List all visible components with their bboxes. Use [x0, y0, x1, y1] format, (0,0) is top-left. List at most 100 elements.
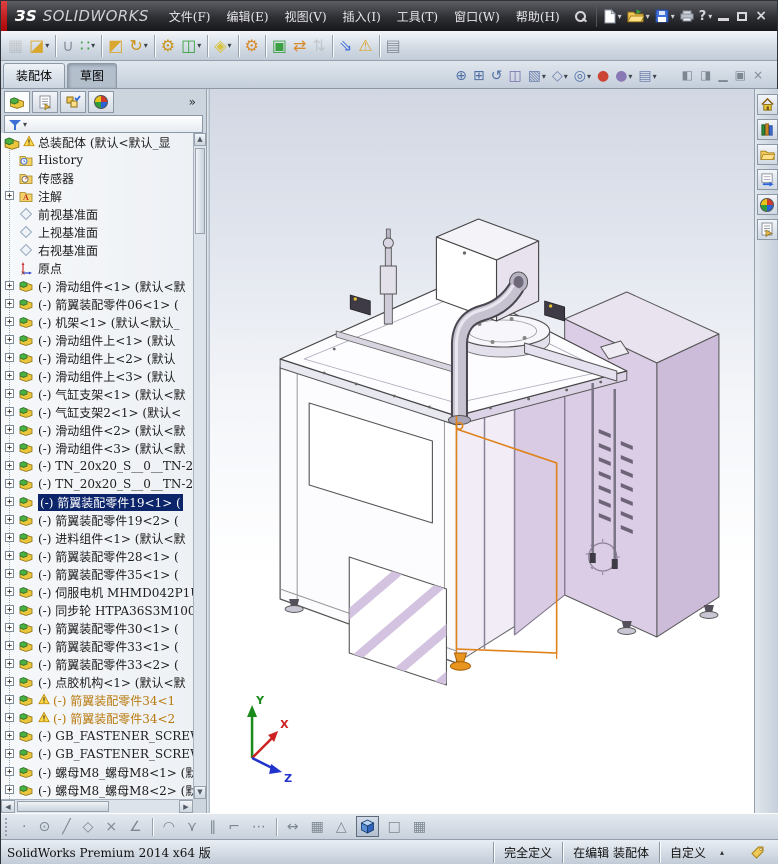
tree-item[interactable]: + A (-) 箭翼装配零件28<1> (: [1, 547, 193, 565]
tree-item[interactable]: + A (-) TN_20x20_S__0__TN-2: [1, 475, 193, 493]
doc-close-icon[interactable]: ×: [753, 64, 763, 83]
move-component-icon[interactable]: ⚙▾: [151, 31, 178, 60]
scroll-left-icon[interactable]: ◀: [1, 800, 15, 813]
dropdown-caret-icon[interactable]: ▾: [228, 41, 232, 50]
rotate-component-icon[interactable]: ↻ ▾: [126, 31, 150, 60]
tree-item-warning[interactable]: + A (-) 箭翼装配零件34<2: [1, 709, 193, 727]
expander-icon[interactable]: +: [5, 389, 14, 398]
status-custom[interactable]: 自定义 ▴: [658, 842, 734, 863]
expander-icon[interactable]: +: [5, 425, 14, 434]
filter-caret-icon[interactable]: ▾: [23, 120, 27, 129]
tree-vertical-scrollbar[interactable]: ▲ ▼: [193, 133, 206, 799]
tree-item[interactable]: + A (-) 箭翼装配零件06<1> (: [1, 295, 193, 313]
design-library-button[interactable]: [756, 119, 778, 140]
expander-icon[interactable]: +: [5, 353, 14, 362]
tree-item-warning[interactable]: + A (-) 箭翼装配零件34<1: [1, 691, 193, 709]
rotate-with-triad-icon[interactable]: ⇅▾: [309, 31, 328, 60]
tree-item[interactable]: + A (-) 伺服电机 MHMD042P1U: [1, 583, 193, 601]
menu-edit[interactable]: 编辑(E): [218, 5, 276, 28]
resources-home-button[interactable]: [756, 94, 778, 115]
dropdown-caret-icon[interactable]: ▾: [564, 72, 568, 81]
menu-file[interactable]: 文件(F): [161, 5, 219, 28]
edit-appearance-icon[interactable]: ●▾: [594, 68, 612, 85]
dropdown-caret-icon[interactable]: ▾: [542, 72, 546, 81]
wireframe-view-icon[interactable]: □: [382, 819, 407, 835]
scroll-down-icon[interactable]: ▼: [194, 786, 206, 799]
sketch-corner-icon[interactable]: ⌐: [222, 819, 246, 835]
tree-item[interactable]: + A (-) 气缸支架<1> (默认<默: [1, 385, 193, 403]
expander-icon[interactable]: +: [5, 767, 14, 776]
tree-item[interactable]: + A (-) 同步轮 HTPA36S3M100: [1, 601, 193, 619]
expander-icon[interactable]: +: [5, 713, 14, 722]
sketch-construction-icon[interactable]: ⋯: [246, 819, 272, 835]
doc-minimize-icon[interactable]: ▁: [718, 64, 727, 83]
tree-item-sensors[interactable]: + A 传感器: [1, 169, 193, 187]
dimension-icon[interactable]: ↔: [281, 819, 305, 835]
tree-item[interactable]: + A (-) 滑动组件<2> (默认<默: [1, 421, 193, 439]
smart-fasteners-icon[interactable]: ◩▾: [98, 31, 126, 60]
custom-properties-button[interactable]: [756, 219, 778, 240]
tab-display-manager[interactable]: [88, 91, 114, 113]
scrollbar-thumb[interactable]: [17, 801, 109, 812]
sketch-line-icon[interactable]: ╱: [56, 819, 76, 835]
linear-pattern-icon[interactable]: ∷ ▾: [77, 31, 98, 60]
expander-icon[interactable]: +: [5, 371, 14, 380]
help-button[interactable]: ? ▾: [697, 8, 715, 25]
expander-icon[interactable]: +: [5, 281, 14, 290]
table-view-icon[interactable]: ▦: [407, 819, 432, 835]
expander-icon[interactable]: +: [5, 497, 14, 506]
tab-feature-tree[interactable]: [4, 91, 30, 113]
tree-item-selected[interactable]: + A (-) 箭翼装配零件19<1> (: [1, 493, 193, 511]
grid-icon[interactable]: ▦: [305, 819, 330, 835]
dropdown-caret-icon[interactable]: ▾: [197, 41, 201, 50]
expander-icon[interactable]: +: [5, 461, 14, 470]
scroll-right-icon[interactable]: ▶: [179, 800, 193, 813]
scrollbar-thumb[interactable]: [195, 148, 205, 234]
expander-icon[interactable]: +: [5, 641, 14, 650]
sketch-circle-icon[interactable]: ⊙: [32, 819, 56, 835]
open-document-button[interactable]: ▾: [625, 8, 652, 24]
sketch-trim-icon[interactable]: ×: [99, 819, 123, 835]
tree-item[interactable]: + A (-) 箭翼装配零件33<2> (: [1, 655, 193, 673]
scroll-up-icon[interactable]: ▲: [194, 133, 206, 146]
display-style-icon[interactable]: ◇ ▾: [549, 68, 571, 85]
expander-icon[interactable]: +: [5, 533, 14, 542]
tree-item-history[interactable]: + A History: [1, 151, 193, 169]
insert-component-icon[interactable]: ▦▾: [5, 31, 26, 60]
tree-item[interactable]: + A (-) 滑动组件上<3> (默认: [1, 367, 193, 385]
appearance-wand-icon[interactable]: ◈ ▾: [204, 31, 234, 60]
maximize-button[interactable]: [737, 11, 748, 21]
expander-icon[interactable]: +: [5, 605, 14, 614]
tree-root[interactable]: + A 总装配体 (默认<默认_显: [1, 133, 193, 151]
file-explorer-button[interactable]: [756, 144, 778, 165]
tree-item[interactable]: + A (-) 滑动组件<1> (默认<默: [1, 277, 193, 295]
sketch-polygon-icon[interactable]: ◇: [77, 819, 100, 835]
tree-item[interactable]: + A (-) 机架<1> (默认<默认_: [1, 313, 193, 331]
tree-item-top-plane[interactable]: + A 上视基准面: [1, 223, 193, 241]
tree-item[interactable]: + A (-) 气缸支架2<1> (默认<: [1, 403, 193, 421]
zoom-to-area-icon[interactable]: ⊞▾: [470, 68, 488, 85]
status-editing[interactable]: 在编辑 装配体▴: [562, 842, 659, 863]
sketch-arc-icon[interactable]: ◠: [157, 819, 181, 835]
tree-item[interactable]: + A (-) 箭翼装配零件33<1> (: [1, 637, 193, 655]
measure-icon[interactable]: △: [330, 819, 353, 835]
tree-item[interactable]: + A (-) 箭翼装配零件35<1> (: [1, 565, 193, 583]
zoom-to-fit-icon[interactable]: ⊕▾: [452, 68, 470, 85]
separator[interactable]: [148, 817, 157, 836]
toolbar-grip[interactable]: [5, 817, 9, 836]
tree-item-origin[interactable]: + A 原点: [1, 259, 193, 277]
doc-restore-icon[interactable]: ▣: [735, 64, 746, 83]
graphics-viewport[interactable]: Y X Z: [210, 89, 754, 813]
sketch-spline-icon[interactable]: ⋎: [181, 819, 203, 835]
tree-item[interactable]: + A (-) 进料组件<1> (默认<默: [1, 529, 193, 547]
section-view-icon[interactable]: ◫▾: [505, 68, 524, 85]
panel-chevron[interactable]: »: [182, 94, 203, 110]
expander-icon[interactable]: +: [5, 317, 14, 326]
expander-icon[interactable]: +: [5, 551, 14, 560]
expander-icon[interactable]: +: [5, 443, 14, 452]
hide-show-items-icon[interactable]: ◎ ▾: [571, 68, 594, 85]
tree-item[interactable]: + A (-) 滑动组件<3> (默认<默: [1, 439, 193, 457]
menu-tools[interactable]: 工具(T): [389, 5, 446, 28]
status-caret-icon[interactable]: ▴: [720, 848, 724, 857]
expander-icon[interactable]: +: [5, 515, 14, 524]
